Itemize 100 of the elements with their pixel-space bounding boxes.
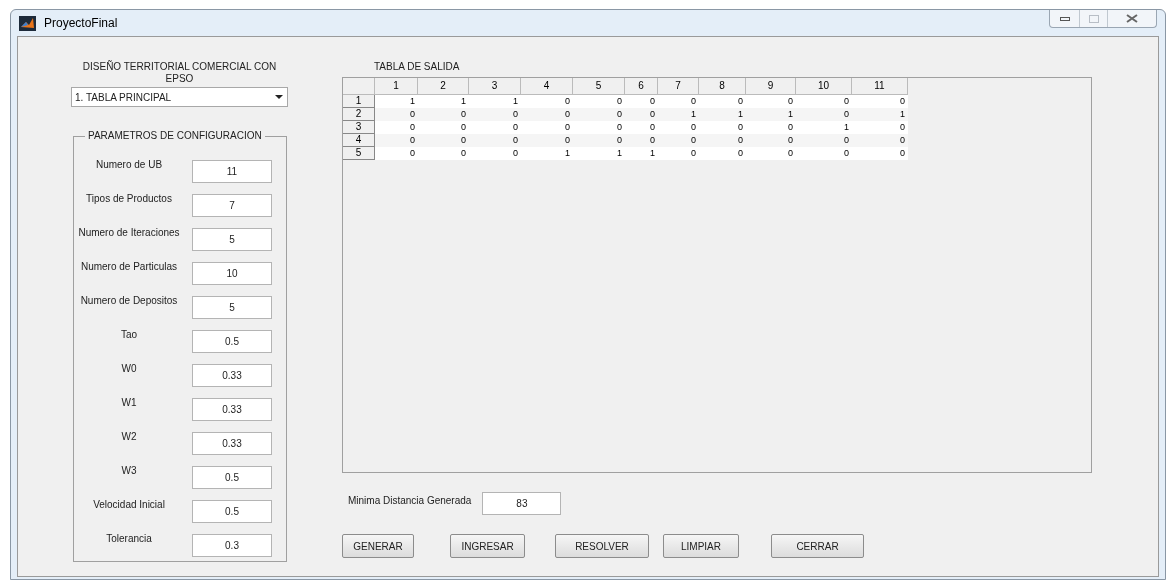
parameter-field[interactable]: 0.33 xyxy=(192,432,272,455)
table-cell: 0 xyxy=(658,121,699,134)
parameter-label: Tolerancia xyxy=(105,533,153,545)
parameter-label: Numero de Particulas xyxy=(79,261,179,273)
table-cell: 1 xyxy=(625,147,658,160)
table-cell: 0 xyxy=(746,147,796,160)
group-title: PARAMETROS DE CONFIGURACION xyxy=(85,130,265,142)
table-dropdown[interactable]: 1. TABLA PRINCIPAL xyxy=(71,87,288,107)
app-logo-icon xyxy=(19,15,36,31)
table-cell: 0 xyxy=(796,147,852,160)
table-cell: 0 xyxy=(852,147,908,160)
parameter-field[interactable]: 0.33 xyxy=(192,364,272,387)
table-cell: 0 xyxy=(375,147,418,160)
table-cell: 0 xyxy=(521,95,573,108)
column-header[interactable]: 1 xyxy=(375,78,418,95)
table-cell: 0 xyxy=(852,95,908,108)
column-header[interactable]: 8 xyxy=(699,78,746,95)
table-cell: 1 xyxy=(521,147,573,160)
table-cell: 1 xyxy=(418,95,469,108)
table-cell: 0 xyxy=(699,147,746,160)
table-cell: 0 xyxy=(625,108,658,121)
column-header[interactable]: 4 xyxy=(521,78,573,95)
row-header[interactable]: 2 xyxy=(343,108,375,121)
column-header[interactable]: 9 xyxy=(746,78,796,95)
close-icon xyxy=(1126,14,1138,23)
parameter-label: W3 xyxy=(120,465,138,477)
parameter-field[interactable]: 7 xyxy=(192,194,272,217)
table-cell: 0 xyxy=(375,134,418,147)
table-cell: 0 xyxy=(625,134,658,147)
table-cell: 0 xyxy=(625,121,658,134)
minimize-icon xyxy=(1059,16,1070,21)
column-header[interactable]: 2 xyxy=(418,78,469,95)
parameter-field[interactable]: 11 xyxy=(192,160,272,183)
parameter-field[interactable]: 5 xyxy=(192,228,272,251)
row-header[interactable]: 5 xyxy=(343,147,375,160)
parameter-field[interactable]: 0.3 xyxy=(192,534,272,557)
table-cell: 0 xyxy=(625,95,658,108)
parameter-label: Numero de UB xyxy=(94,159,164,171)
action-button[interactable]: INGRESAR xyxy=(450,534,525,558)
table-cell: 0 xyxy=(699,121,746,134)
table-cell: 1 xyxy=(746,108,796,121)
parameter-field[interactable]: 0.5 xyxy=(192,466,272,489)
table-cell: 0 xyxy=(418,147,469,160)
dropdown-caret-icon xyxy=(275,95,283,99)
column-header[interactable]: 6 xyxy=(625,78,658,95)
row-header[interactable]: 1 xyxy=(343,95,375,108)
result-field[interactable]: 83 xyxy=(482,492,562,515)
table-cell: 0 xyxy=(521,108,573,121)
table-cell: 0 xyxy=(469,108,521,121)
parameter-label: Velocidad Inicial xyxy=(92,499,166,511)
table-cell: 0 xyxy=(573,121,625,134)
table-cell: 0 xyxy=(699,134,746,147)
table-cell: 1 xyxy=(469,95,521,108)
table-cell: 1 xyxy=(375,95,418,108)
column-header[interactable]: 10 xyxy=(796,78,852,95)
parameter-label: W1 xyxy=(120,397,138,409)
window-title: ProyectoFinal xyxy=(44,15,118,32)
table-title: TABLA DE SALIDA xyxy=(374,61,461,73)
table-cell: 0 xyxy=(796,134,852,147)
parameter-field[interactable]: 5 xyxy=(192,296,272,319)
table-cell: 0 xyxy=(746,134,796,147)
table-cell: 0 xyxy=(796,95,852,108)
table-cell: 0 xyxy=(521,121,573,134)
table-cell: 0 xyxy=(699,95,746,108)
table-cell: 1 xyxy=(573,147,625,160)
table-cell: 0 xyxy=(573,134,625,147)
app-heading: DISEÑO TERRITORIAL COMERCIAL CON EPSO xyxy=(81,61,278,85)
table-cell: 0 xyxy=(852,121,908,134)
parameter-label: Tipos de Productos xyxy=(85,193,173,205)
column-header[interactable]: 11 xyxy=(852,78,908,95)
table-cell: 0 xyxy=(658,147,699,160)
table-cell: 0 xyxy=(796,108,852,121)
parameter-label: Numero de Depositos xyxy=(79,295,179,307)
row-header[interactable]: 4 xyxy=(343,134,375,147)
column-header[interactable]: 3 xyxy=(469,78,521,95)
action-button[interactable]: LIMPIAR xyxy=(663,534,739,558)
maximize-icon xyxy=(1088,14,1099,23)
parameter-label: W0 xyxy=(120,363,138,375)
parameter-field[interactable]: 0.33 xyxy=(192,398,272,421)
table-cell: 0 xyxy=(375,108,418,121)
table-cell: 0 xyxy=(658,134,699,147)
table-cell: 0 xyxy=(658,95,699,108)
parameter-field[interactable]: 10 xyxy=(192,262,272,285)
table-cell: 1 xyxy=(852,108,908,121)
action-button[interactable]: CERRAR xyxy=(771,534,864,558)
parameter-field[interactable]: 0.5 xyxy=(192,500,272,523)
row-header[interactable]: 3 xyxy=(343,121,375,134)
table-cell: 0 xyxy=(418,134,469,147)
result-label: Minima Distancia Generada xyxy=(348,494,472,508)
parameter-field[interactable]: 0.5 xyxy=(192,330,272,353)
column-header[interactable]: 7 xyxy=(658,78,699,95)
table-cell: 0 xyxy=(521,134,573,147)
table-cell: 0 xyxy=(375,121,418,134)
action-button[interactable]: GENERAR xyxy=(342,534,414,558)
action-button[interactable]: RESOLVER xyxy=(555,534,649,558)
table-cell: 0 xyxy=(469,147,521,160)
table-cell: 0 xyxy=(746,121,796,134)
parameter-label: Tao xyxy=(119,329,139,341)
column-header[interactable]: 5 xyxy=(573,78,625,95)
table-cell: 0 xyxy=(418,121,469,134)
